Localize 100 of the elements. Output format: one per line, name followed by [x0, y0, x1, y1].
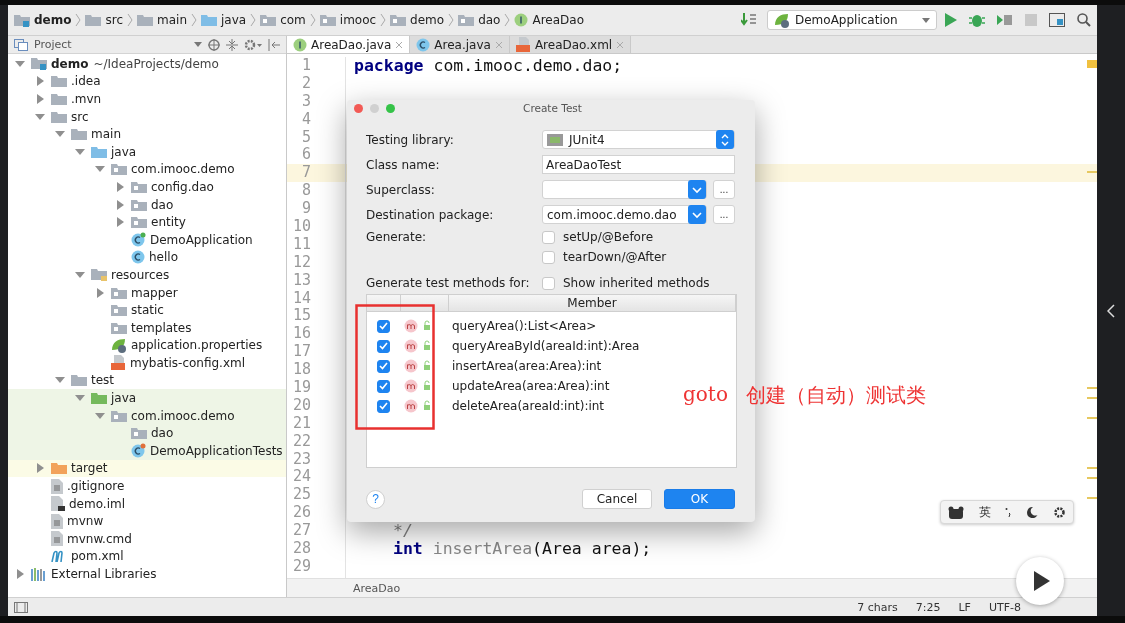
collapse-icon[interactable]	[226, 38, 238, 51]
checkbox[interactable]	[377, 359, 390, 373]
library-select[interactable]: JUnit4	[542, 130, 735, 149]
close-icon[interactable]	[395, 40, 404, 49]
language-toggle[interactable]: 英	[978, 503, 991, 521]
tree-item[interactable]: hello	[8, 248, 286, 267]
checkbox[interactable]	[377, 379, 390, 393]
expand-arrow-icon[interactable]	[35, 76, 45, 87]
cancel-button[interactable]: Cancel	[582, 489, 652, 509]
help-button[interactable]: ?	[366, 489, 385, 509]
breadcrumb-item[interactable]: imooc	[319, 13, 377, 27]
checkbox[interactable]	[377, 319, 390, 333]
tree-item[interactable]: static	[8, 301, 286, 319]
expand-arrow-icon[interactable]	[35, 111, 45, 122]
tree-item[interactable]: DemoApplicationTests	[8, 442, 286, 460]
cursor-position[interactable]: 7:25	[915, 600, 941, 614]
tree-item[interactable]: test	[8, 371, 286, 390]
expand-arrow-icon[interactable]	[95, 410, 105, 421]
run-icon[interactable]	[945, 13, 957, 27]
tree-item[interactable]: mvnw	[8, 512, 286, 531]
breadcrumb-item[interactable]: com	[260, 13, 306, 27]
punctuation-icon[interactable]	[1005, 507, 1012, 517]
dropdown-caret-icon[interactable]	[922, 17, 930, 23]
expand-arrow-icon[interactable]	[95, 287, 105, 298]
tree-item[interactable]: demo ~/IdeaProjects/demo	[8, 55, 286, 73]
coverage-icon[interactable]	[997, 13, 1013, 27]
superclass-select[interactable]	[542, 180, 707, 199]
line-number: 13	[291, 271, 312, 290]
close-window-icon[interactable]	[354, 103, 363, 113]
tool-window-icon[interactable]	[14, 601, 28, 613]
tree-item[interactable]: .gitignore	[8, 477, 286, 495]
class-name-field[interactable]: AreaDaoTest	[542, 155, 735, 174]
package-select[interactable]: com.imooc.demo.dao	[542, 205, 707, 224]
tree-item[interactable]: dao	[8, 195, 286, 214]
tree-item[interactable]: dao	[8, 424, 286, 443]
target-icon[interactable]	[208, 38, 220, 51]
breadcrumb-item[interactable]: AreaDao	[514, 13, 584, 27]
expand-arrow-icon[interactable]	[35, 94, 45, 104]
expand-arrow-icon[interactable]	[115, 217, 125, 228]
line-separator[interactable]: LF	[958, 600, 971, 614]
expand-arrow-icon[interactable]	[15, 569, 25, 579]
expand-arrow-icon[interactable]	[115, 199, 125, 210]
tree-item[interactable]: .mvn	[8, 90, 286, 108]
project-structure-icon[interactable]	[1049, 13, 1065, 27]
checkbox[interactable]	[377, 339, 390, 353]
tree-item[interactable]: entity	[8, 213, 286, 231]
paw-icon[interactable]	[948, 505, 965, 519]
breadcrumb-item[interactable]: demo	[390, 13, 445, 27]
editor-tab[interactable]: Area.java	[410, 36, 510, 53]
zoom-window-icon[interactable]	[386, 103, 395, 113]
search-icon[interactable]	[1077, 13, 1091, 27]
tree-item[interactable]: mvnw.cmd	[8, 530, 286, 548]
settings-icon[interactable]	[1052, 505, 1066, 519]
breadcrumb-item[interactable]: demo	[14, 13, 72, 27]
expand-arrow-icon[interactable]	[15, 58, 25, 69]
browse-button[interactable]: ...	[713, 205, 735, 224]
tree-item[interactable]: src	[8, 107, 286, 126]
close-icon[interactable]	[616, 40, 625, 49]
expand-arrow-icon[interactable]	[115, 181, 125, 192]
tree-item[interactable]: application.properties	[8, 336, 286, 355]
chevron-left-icon[interactable]	[1107, 303, 1115, 318]
hide-panel-icon[interactable]	[268, 38, 280, 51]
tree-item[interactable]: pom.xml	[8, 547, 286, 566]
checkbox[interactable]	[542, 276, 555, 290]
tree-item[interactable]: mybatis-config.xml	[8, 354, 286, 372]
editor-breadcrumb[interactable]: AreaDao	[353, 581, 401, 595]
checkbox[interactable]	[542, 230, 555, 244]
tree-item[interactable]: java	[8, 389, 286, 407]
breadcrumb-item[interactable]: java	[201, 13, 247, 27]
editor-tab[interactable]: AreaDao.java	[287, 36, 411, 53]
tree-item[interactable]: mapper	[8, 283, 286, 302]
tree-item[interactable]: main	[8, 125, 286, 143]
tree-item[interactable]: config.dao	[8, 178, 286, 196]
dropdown-caret-icon[interactable]	[194, 42, 202, 47]
tree-item[interactable]: .idea	[8, 72, 286, 91]
tree-item[interactable]: templates	[8, 318, 286, 337]
editor-tab[interactable]: AreaDao.xml	[509, 36, 632, 53]
checkbox[interactable]	[542, 250, 555, 264]
tree-item[interactable]: DemoApplication	[8, 230, 286, 249]
breadcrumb-item[interactable]: main	[137, 13, 187, 27]
tree-item[interactable]: demo.iml	[8, 494, 286, 513]
tree-item[interactable]: resources	[8, 266, 286, 284]
breadcrumb-item[interactable]: dao	[458, 13, 501, 27]
ok-button[interactable]: OK	[664, 489, 735, 509]
sort-icon[interactable]	[741, 13, 759, 27]
file-encoding[interactable]: UTF-8	[988, 600, 1021, 614]
browse-button[interactable]: ...	[713, 180, 735, 199]
expand-arrow-icon[interactable]	[35, 463, 45, 474]
expand-arrow-icon[interactable]	[75, 269, 85, 280]
breadcrumb-item[interactable]: src	[85, 13, 123, 27]
expand-arrow-icon[interactable]	[75, 146, 85, 157]
tree-item[interactable]: java	[8, 142, 286, 161]
tree-item[interactable]: com.imooc.demo	[8, 160, 286, 179]
moon-icon[interactable]	[1026, 506, 1039, 518]
tree-item[interactable]: External Libraries	[8, 565, 286, 583]
run-configuration-select[interactable]: DemoApplication	[767, 10, 937, 30]
close-icon[interactable]	[494, 40, 503, 49]
annotation-text: goto	[683, 382, 728, 408]
checkbox[interactable]	[377, 399, 390, 413]
bug-icon[interactable]	[969, 12, 985, 28]
